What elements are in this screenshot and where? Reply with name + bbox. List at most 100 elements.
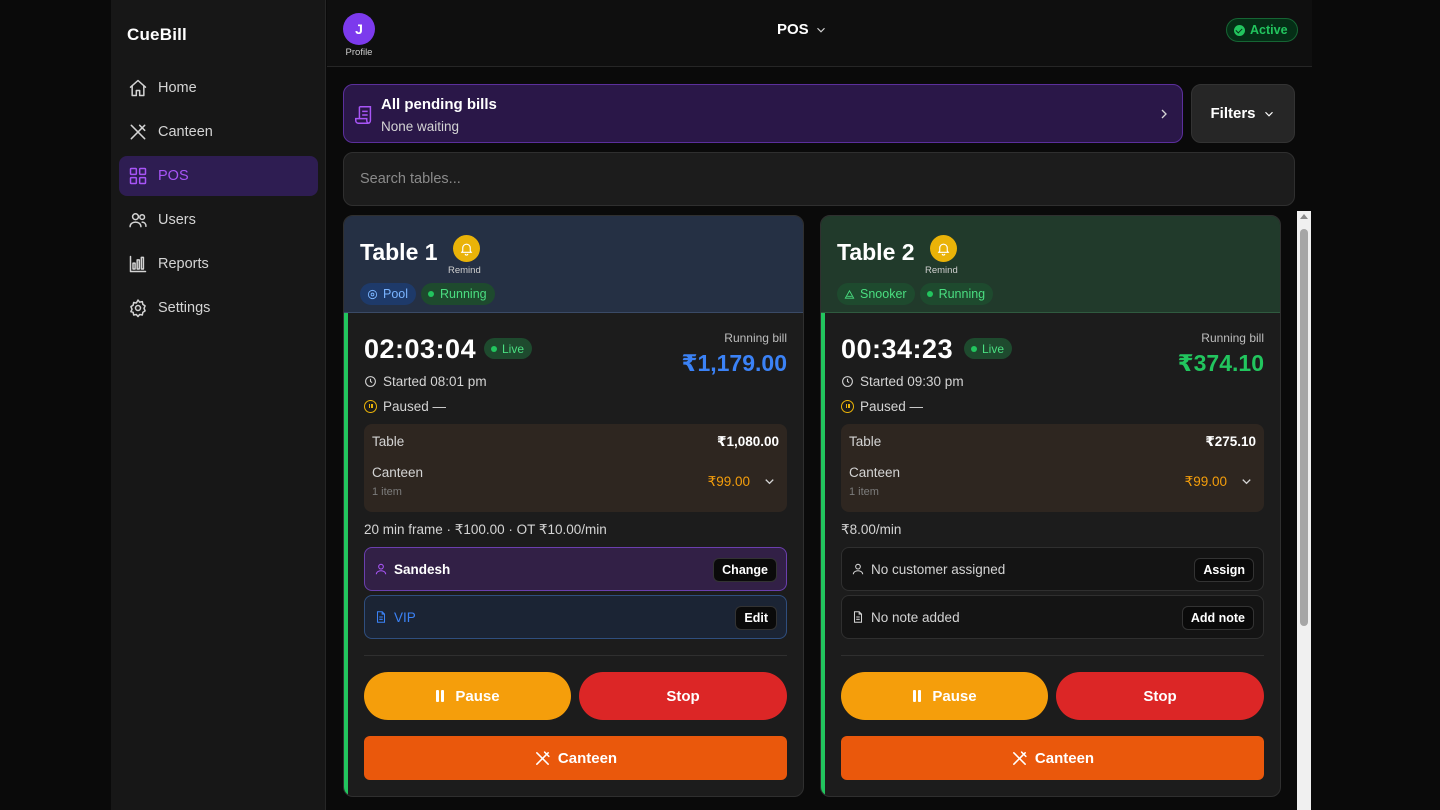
note-row: No note added Add note (841, 595, 1264, 639)
note-row: VIP Edit (364, 595, 787, 639)
canteen-button[interactable]: Canteen (364, 736, 787, 780)
session-timer: 02:03:04 (364, 334, 477, 364)
sidebar-item-users[interactable]: Users (119, 200, 318, 240)
table-card: Table 1 Remind Pool Running 02:03:04 Liv… (343, 215, 804, 797)
bell-icon (937, 243, 950, 256)
remind-label: Remind (925, 265, 958, 276)
sidebar-item-settings[interactable]: Settings (119, 288, 318, 328)
table-name: Table 2 (837, 239, 915, 265)
assign-customer-button[interactable]: Assign (1194, 558, 1254, 582)
gear-icon (130, 299, 146, 318)
table-name: Table 1 (360, 239, 438, 265)
status-dot (428, 291, 435, 297)
paused-status: Paused — (364, 399, 446, 414)
sidebar-item-label: Home (158, 80, 197, 96)
started-text: Started 09:30 pm (860, 374, 964, 389)
user-icon (375, 563, 387, 575)
chevron-down-icon[interactable] (1239, 474, 1254, 489)
sidebar-item-reports[interactable]: Reports (119, 244, 318, 284)
canteen-charge-amount: ₹99.00 (707, 474, 750, 489)
live-dot (491, 345, 497, 352)
status-badge: Running (421, 283, 495, 305)
pending-bills-banner[interactable]: All pending bills None waiting (343, 84, 1183, 143)
pause-button[interactable]: Pause (841, 672, 1048, 720)
edit-note-button[interactable]: Edit (735, 606, 777, 630)
check-circle-icon (1234, 24, 1245, 36)
started-time: Started 09:30 pm (841, 374, 964, 389)
status-badge: Running (919, 283, 994, 305)
sidebar-item-home[interactable]: Home (119, 68, 318, 108)
file-text-icon (853, 611, 863, 623)
started-text: Started 08:01 pm (383, 374, 487, 389)
pause-icon (435, 690, 445, 702)
paused-status: Paused — (841, 399, 923, 414)
rate-info: ₹8.00/min (841, 522, 902, 537)
profile-button[interactable]: J Profile (342, 13, 376, 58)
canteen-charge-label: Canteen (372, 465, 424, 480)
chevron-down-icon[interactable] (762, 474, 777, 489)
sidebar-item-pos[interactable]: POS (119, 156, 318, 196)
table-card-header: Table 2 Remind Snooker Running (821, 216, 1280, 313)
file-text-icon (376, 611, 386, 623)
clock-icon (842, 376, 853, 387)
table-chips: Snooker Running (837, 283, 994, 305)
chevron-down-icon (816, 27, 825, 33)
type-label: Pool (383, 287, 409, 301)
remind-button[interactable] (930, 235, 957, 262)
grid-icon (129, 167, 147, 185)
canteen-label: Canteen (557, 749, 618, 767)
scrollbar[interactable] (1297, 211, 1311, 810)
change-customer-button[interactable]: Change (713, 558, 777, 582)
pause-icon (912, 690, 922, 702)
sidebar-item-label: Settings (158, 300, 211, 316)
circle-dot-icon (367, 289, 378, 299)
remind-button[interactable] (453, 235, 480, 262)
canteen-label: Canteen (1034, 749, 1095, 767)
scroll-up-arrow-icon[interactable] (1300, 214, 1308, 219)
filters-button[interactable]: Filters (1191, 84, 1295, 143)
live-badge: Live (484, 338, 533, 359)
sidebar-item-canteen[interactable]: Canteen (119, 112, 318, 152)
top-header: J Profile POS Active (327, 0, 1312, 67)
stop-button[interactable]: Stop (1056, 672, 1264, 720)
sidebar-item-label: Users (158, 212, 196, 228)
brand-logo[interactable]: CueBill (127, 25, 187, 45)
stop-button[interactable]: Stop (579, 672, 787, 720)
search-input[interactable] (343, 152, 1295, 206)
add-note-button[interactable]: Add note (1181, 606, 1254, 630)
canteen-item-count: 1 item (372, 486, 402, 498)
page-title: POS (777, 21, 809, 38)
pause-circle-icon (841, 400, 854, 413)
stop-label: Stop (666, 687, 700, 705)
chevron-down-icon (1264, 111, 1273, 117)
profile-label: Profile (345, 47, 373, 58)
divider (841, 655, 1264, 656)
type-label: Snooker (860, 287, 907, 301)
status-text: Active (1250, 23, 1288, 37)
stop-label: Stop (1143, 687, 1177, 705)
paused-text: Paused — (383, 399, 447, 414)
paused-text: Paused — (860, 399, 924, 414)
running-bill-amount: ₹374.10 (1177, 350, 1264, 376)
canteen-button[interactable]: Canteen (841, 736, 1264, 780)
customer-row: Sandesh Change (364, 547, 787, 591)
type-badge: Snooker (837, 283, 915, 305)
note-text: No note added (871, 609, 960, 625)
pause-label: Pause (932, 687, 977, 705)
remind-label: Remind (448, 265, 481, 276)
page-title-dropdown[interactable]: POS (777, 21, 828, 38)
bell-icon (460, 243, 473, 256)
scrollbar-thumb[interactable] (1300, 229, 1308, 626)
live-label: Live (502, 341, 525, 356)
status-badge: Active (1226, 18, 1298, 42)
pause-button[interactable]: Pause (364, 672, 571, 720)
started-time: Started 08:01 pm (364, 374, 487, 389)
bill-breakdown: Table ₹1,080.00 Canteen 1 item ₹99.00 (364, 424, 787, 512)
table-card: Table 2 Remind Snooker Running 00:34:23 … (820, 215, 1281, 797)
running-bill-label: Running bill (1201, 331, 1264, 345)
table-charge-label: Table (849, 434, 882, 449)
sidebar: CueBill Home Canteen POS Users Reports S… (111, 0, 326, 810)
utensils-icon (535, 750, 550, 765)
table-card-header: Table 1 Remind Pool Running (344, 216, 803, 313)
status-label: Running (938, 287, 986, 301)
